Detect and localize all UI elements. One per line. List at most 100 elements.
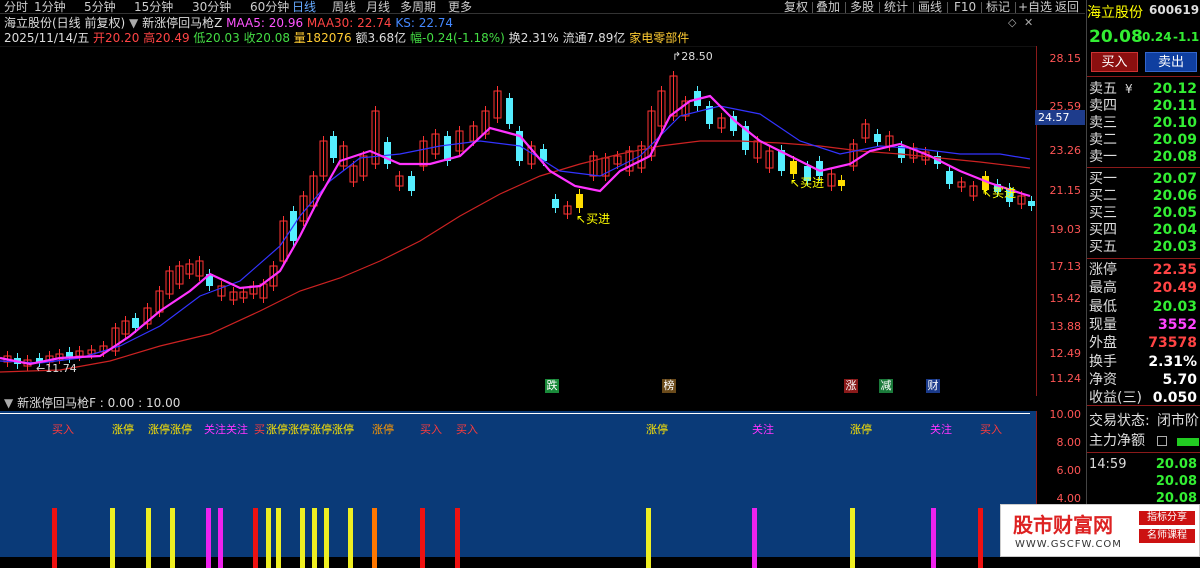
ask-row[interactable]: 卖五 ¥20.12 bbox=[1089, 80, 1199, 98]
signal-label: 买入 bbox=[420, 423, 442, 436]
price-tick: 15.42 bbox=[1049, 292, 1082, 305]
signal-label: 买入 bbox=[456, 423, 478, 436]
signal-bar bbox=[266, 508, 271, 568]
last-price: 20.08 bbox=[1089, 27, 1143, 47]
f10-button[interactable]: F10 bbox=[954, 0, 976, 14]
period-tab-week[interactable]: 周线 bbox=[332, 0, 356, 14]
bar-date: 2025/11/14/五 bbox=[4, 31, 90, 45]
add-watchlist-button[interactable]: +自选 bbox=[1018, 0, 1052, 14]
mark-button[interactable]: 标记 bbox=[986, 0, 1010, 14]
signal-bar bbox=[218, 508, 223, 568]
ask-row[interactable]: 卖二 20.09 bbox=[1089, 131, 1199, 149]
divider bbox=[1087, 405, 1200, 406]
sub-indicator-dropdown-icon[interactable]: ▼ bbox=[4, 396, 13, 410]
watermark-title: 股市财富网 bbox=[1013, 513, 1113, 537]
ask-row[interactable]: 卖一 20.08 bbox=[1089, 148, 1199, 166]
event-flag[interactable]: 减 bbox=[879, 379, 893, 393]
kline-chart[interactable] bbox=[0, 46, 1036, 396]
period-tab-5min[interactable]: 5分钟 bbox=[84, 0, 116, 14]
period-tab-month[interactable]: 月线 bbox=[366, 0, 390, 14]
amount-value: 额3.68亿 bbox=[355, 31, 407, 45]
ask-price: 20.10 bbox=[1152, 115, 1197, 131]
bid-row[interactable]: 买三 20.05 bbox=[1089, 204, 1199, 222]
draw-line-button[interactable]: 画线 bbox=[918, 0, 942, 14]
chart-header: 海立股份(日线 前复权) ▼ 新涨停回马枪Z MAA5: 20.96 MAA30… bbox=[4, 16, 453, 31]
bid-price: 20.05 bbox=[1152, 205, 1197, 221]
price-axis: 28.15 25.59 23.26 21.15 19.03 17.13 15.4… bbox=[1037, 46, 1085, 396]
bid-row[interactable]: 买一 20.07 bbox=[1089, 170, 1199, 188]
trade-state-label: 交易状态: bbox=[1089, 413, 1150, 429]
signal-panel[interactable]: 买入 涨停 涨停涨停 关注关注买涨停涨停涨停涨停 涨停 买入 买入 涨停 关注 涨停 关注 买入 bbox=[0, 411, 1036, 568]
buy-signal-label: ↖买进 bbox=[576, 212, 611, 226]
bid-row[interactable]: 买二 20.06 bbox=[1089, 187, 1199, 205]
signal-bar bbox=[276, 508, 281, 568]
overlay-button[interactable]: 叠加 bbox=[816, 0, 840, 14]
net-bar bbox=[1177, 438, 1199, 446]
ask-label: 卖三 bbox=[1089, 115, 1117, 131]
back-button[interactable]: 返回 bbox=[1055, 0, 1079, 14]
buy-button[interactable]: 买入 bbox=[1091, 52, 1138, 72]
period-tab-fenshi[interactable]: 分时 bbox=[4, 0, 28, 14]
stat-row: 最低 20.03 bbox=[1089, 298, 1199, 316]
low-value: 低20.03 bbox=[193, 31, 240, 45]
toolbar-divider bbox=[1015, 2, 1016, 13]
statistics-button[interactable]: 统计 bbox=[884, 0, 908, 14]
event-flag[interactable]: 涨 bbox=[844, 379, 858, 393]
ask-row[interactable]: 卖四 20.11 bbox=[1089, 97, 1199, 115]
event-flag[interactable]: 跌 bbox=[545, 379, 559, 393]
ma-red-line bbox=[0, 140, 1031, 373]
high-label: 28.50 bbox=[681, 50, 713, 63]
sub-tick: 6.00 bbox=[1056, 464, 1082, 477]
diamond-icon[interactable]: ◇ bbox=[1008, 16, 1016, 29]
sell-button[interactable]: 卖出 bbox=[1145, 52, 1197, 72]
divider bbox=[1087, 258, 1200, 259]
tick-row: 20.08 bbox=[1089, 473, 1199, 491]
stat-value: 2.31% bbox=[1148, 353, 1197, 370]
period-tab-30min[interactable]: 30分钟 bbox=[192, 0, 231, 14]
signal-bar bbox=[850, 508, 855, 568]
stat-value: 20.03 bbox=[1152, 298, 1197, 315]
bid-row[interactable]: 买五 20.03 bbox=[1089, 238, 1199, 256]
divider bbox=[1087, 76, 1200, 77]
tick-price: 20.08 bbox=[1155, 457, 1197, 472]
period-tab-more[interactable]: 更多 bbox=[448, 0, 472, 14]
stat-value: 22.35 bbox=[1152, 262, 1197, 278]
indicator-name[interactable]: 新涨停回马枪Z bbox=[142, 16, 222, 30]
signal-label: 涨停 bbox=[112, 423, 134, 436]
candlestick-series bbox=[3, 71, 1035, 371]
stat-value: 3552 bbox=[1158, 316, 1197, 333]
signal-label: 涨停涨停 bbox=[148, 423, 192, 436]
ask-row[interactable]: 卖三 20.10 bbox=[1089, 114, 1199, 132]
close-icon[interactable]: ✕ bbox=[1024, 16, 1033, 29]
bid-label: 买三 bbox=[1089, 205, 1117, 221]
signal-bar bbox=[978, 508, 983, 568]
event-flag[interactable]: 财 bbox=[926, 379, 940, 393]
signal-bar bbox=[170, 508, 175, 568]
currency-icon: ¥ bbox=[1125, 82, 1133, 96]
current-price-tag: 24.57 bbox=[1035, 110, 1085, 125]
buy-signal-label: ↖买进 bbox=[790, 176, 825, 190]
toolbar-divider bbox=[913, 2, 914, 13]
indicator-dropdown-icon[interactable]: ▼ bbox=[129, 16, 138, 30]
price-tick: 28.15 bbox=[1049, 52, 1082, 65]
period-tab-15min[interactable]: 15分钟 bbox=[134, 0, 173, 14]
bid-label: 买四 bbox=[1089, 222, 1117, 238]
price-tick: 19.03 bbox=[1049, 223, 1082, 236]
period-tab-multi[interactable]: 多周期 bbox=[400, 0, 436, 14]
toolbar-divider bbox=[981, 2, 982, 13]
period-tab-60min[interactable]: 60分钟 bbox=[250, 0, 289, 14]
period-tab-day[interactable]: 日线 bbox=[292, 0, 316, 14]
stat-label: 现量 bbox=[1089, 316, 1117, 333]
sub-indicator-title[interactable]: 新涨停回马枪F : 0.00 : 10.00 bbox=[17, 396, 180, 410]
signal-bar bbox=[455, 508, 460, 568]
event-flag[interactable]: 榜 bbox=[662, 379, 676, 393]
multi-stock-button[interactable]: 多股 bbox=[850, 0, 874, 14]
ceiling-line bbox=[0, 413, 1030, 414]
period-tab-1min[interactable]: 1分钟 bbox=[34, 0, 66, 14]
stat-label: 换手 bbox=[1089, 353, 1117, 370]
bid-row[interactable]: 买四 20.04 bbox=[1089, 221, 1199, 239]
restore-button[interactable]: 复权 bbox=[784, 0, 808, 14]
ma-blue-line bbox=[0, 105, 1031, 364]
list-icon[interactable] bbox=[1157, 436, 1167, 446]
open-value: 开20.20 bbox=[93, 31, 140, 45]
